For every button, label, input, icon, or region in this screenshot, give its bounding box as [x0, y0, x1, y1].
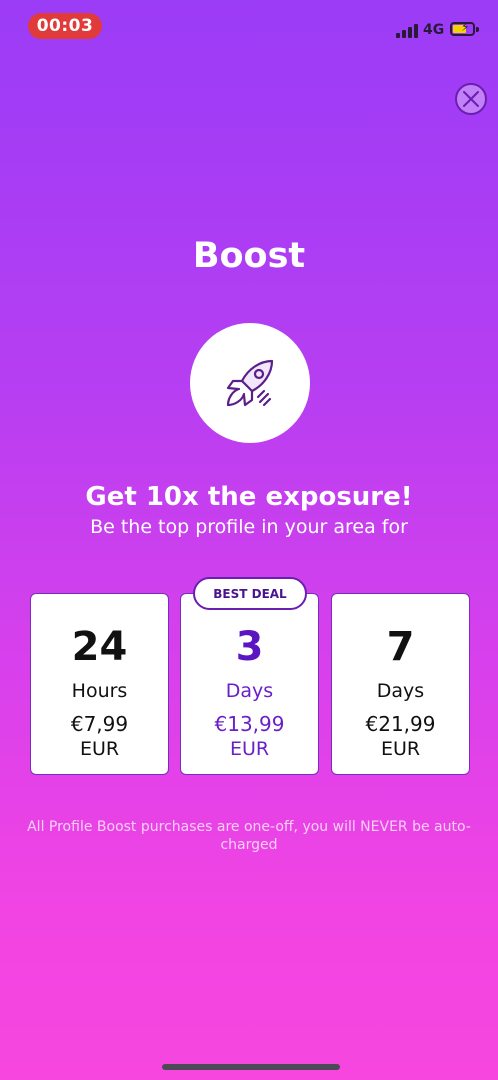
plan-unit: Hours — [71, 680, 128, 702]
plan-unit: Days — [225, 680, 274, 702]
battery-tip — [476, 27, 479, 32]
disclaimer-text: All Profile Boost purchases are one-off,… — [27, 819, 471, 853]
home-indicator[interactable] — [162, 1064, 340, 1070]
plan-amount: 24 — [71, 624, 128, 670]
plan-card-7-days[interactable]: 7 Days €21,99 EUR — [331, 593, 470, 775]
plan-amount: 7 — [386, 624, 415, 670]
headline: Get 10x the exposure! — [85, 482, 413, 512]
battery-charging-icon: ⚡ — [450, 20, 475, 36]
plan-unit: Days — [376, 680, 425, 702]
plan-card-24-hours[interactable]: 24 Hours €7,99 EUR — [30, 593, 169, 775]
plan-card-3-days[interactable]: 3 Days €13,99 EUR — [180, 593, 319, 775]
plan-price: €21,99 — [365, 712, 436, 736]
recording-timer: 00:03 — [28, 13, 102, 39]
best-deal-badge: BEST DEAL — [193, 577, 307, 610]
plan-price: €13,99 — [214, 712, 285, 736]
close-button[interactable] — [455, 83, 487, 115]
rocket-badge — [190, 323, 310, 443]
network-type: 4G — [423, 22, 445, 38]
rocket-icon — [226, 359, 274, 407]
plan-currency: EUR — [229, 738, 270, 760]
status-bar: 00:03 4G ⚡ — [0, 0, 498, 50]
close-icon — [463, 91, 479, 107]
signal-icon — [396, 24, 418, 38]
plan-currency: EUR — [79, 738, 120, 760]
page-title: Boost — [192, 236, 306, 276]
plan-amount: 3 — [235, 624, 264, 670]
plan-currency: EUR — [380, 738, 421, 760]
plan-price: €7,99 — [70, 712, 129, 736]
subheadline: Be the top profile in your area for — [90, 516, 408, 538]
